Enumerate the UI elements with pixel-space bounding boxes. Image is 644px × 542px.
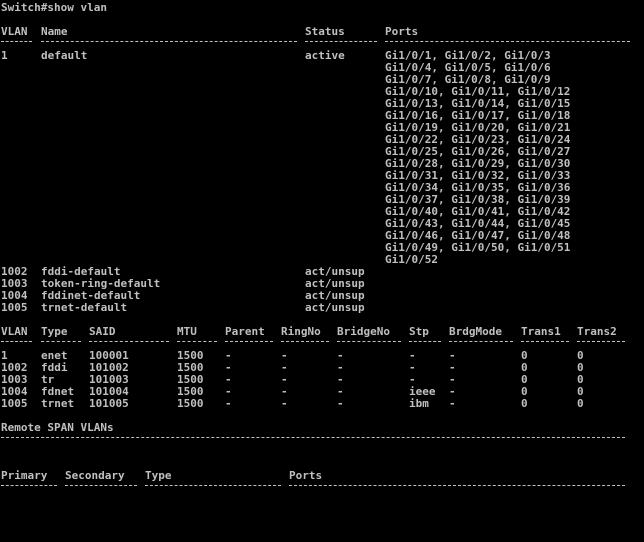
vlan-name: trnet-default xyxy=(41,301,128,314)
header-ports: Ports xyxy=(385,25,419,38)
cell-bridgeno: - xyxy=(337,397,344,410)
pvlan-table-header: Primary Secondary Type Ports xyxy=(1,470,322,482)
header-mtu: MTU xyxy=(177,325,197,338)
vlan-status: active xyxy=(305,49,345,62)
cell-brdgmode: - xyxy=(449,397,456,410)
vlan-row-1005: 1005 trnet-default act/unsup xyxy=(1,301,365,314)
cell-said: 101005 xyxy=(89,397,129,410)
terminal-window[interactable]: Switch#show vlan VLAN Name Status Ports … xyxy=(0,0,644,498)
header-ports: Ports xyxy=(289,469,323,482)
header-said: SAID xyxy=(89,325,116,338)
header-vlan: VLAN xyxy=(1,25,28,38)
header-name: Name xyxy=(41,25,68,38)
cell-stp: ibm xyxy=(409,397,429,410)
vlan-id: 1005 xyxy=(1,301,28,314)
prompt-line: Switch#show vlan xyxy=(1,1,107,14)
header-vlan: VLAN xyxy=(1,325,28,338)
header-stp: Stp xyxy=(409,325,429,338)
header-primary: Primary xyxy=(1,469,48,482)
vlan-name: default xyxy=(41,49,88,62)
vlan-row-1: 1 default active xyxy=(1,49,345,62)
header-trans1: Trans1 xyxy=(521,325,561,338)
cell-mtu: 1500 xyxy=(177,397,204,410)
cell-type: trnet xyxy=(41,397,75,410)
cell-ringno: - xyxy=(281,397,288,410)
type-table-header: VLAN Type SAID MTU Parent RingNo BridgeN… xyxy=(1,325,617,338)
header-brdgmode: BrdgMode xyxy=(449,325,502,338)
cell-parent: - xyxy=(225,397,232,410)
vlan-id: 1 xyxy=(1,49,8,62)
cell-vlan-id: 1005 xyxy=(1,397,28,410)
vlan-table-header: VLAN Name Status Ports xyxy=(1,25,418,38)
header-parent: Parent xyxy=(225,325,265,338)
header-bridgeno: BridgeNo xyxy=(337,325,390,338)
header-status: Status xyxy=(305,25,345,38)
ports-line: Gi1/0/52 xyxy=(385,253,438,266)
header-type: Type xyxy=(41,325,68,338)
remote-span-title: Remote SPAN VLANs xyxy=(1,421,114,434)
cell-trans2: 0 xyxy=(577,397,584,410)
remote-span-divider xyxy=(1,437,625,438)
header-trans2: Trans2 xyxy=(577,325,617,338)
header-ringno: RingNo xyxy=(281,325,321,338)
cell-trans1: 0 xyxy=(521,397,528,410)
header-type: Type xyxy=(145,469,172,482)
vlan-status: act/unsup xyxy=(305,301,365,314)
header-secondary: Secondary xyxy=(65,469,125,482)
